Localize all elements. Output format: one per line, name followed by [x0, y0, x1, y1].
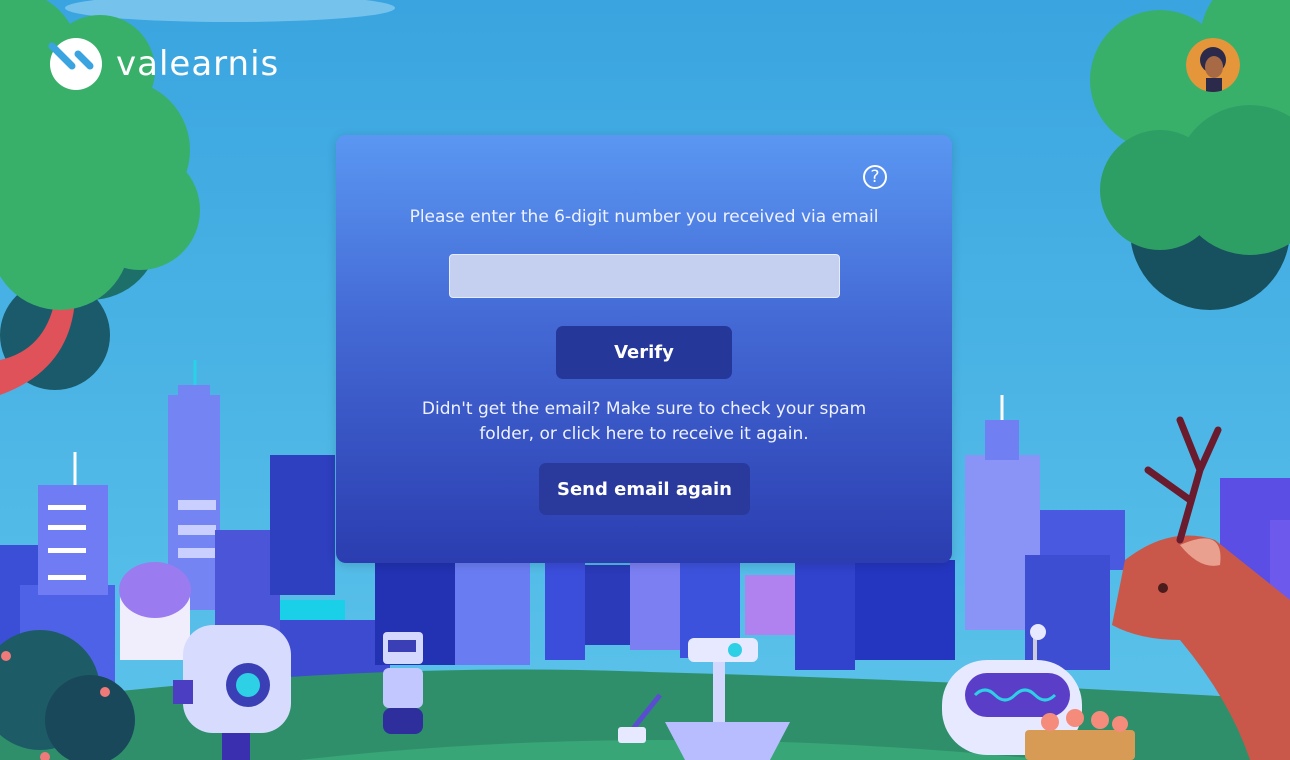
verification-code-input[interactable] — [449, 254, 840, 298]
verification-card: ? Please enter the 6-digit number you re… — [336, 135, 952, 563]
brand-logo[interactable]: valearnis — [48, 36, 279, 92]
robot-small — [383, 632, 423, 734]
resend-help-text: Didn't get the email? Make sure to check… — [421, 399, 867, 444]
instruction-text: Please enter the 6-digit number you rece… — [409, 207, 879, 227]
send-email-again-button[interactable]: Send email again — [539, 463, 750, 515]
valearnis-logo-icon — [48, 38, 102, 90]
avatar-icon — [1186, 38, 1240, 92]
verify-button[interactable]: Verify — [556, 326, 732, 379]
brand-name: valearnis — [116, 44, 280, 84]
question-circle-icon[interactable]: ? — [863, 165, 887, 189]
user-avatar[interactable] — [1186, 38, 1240, 92]
